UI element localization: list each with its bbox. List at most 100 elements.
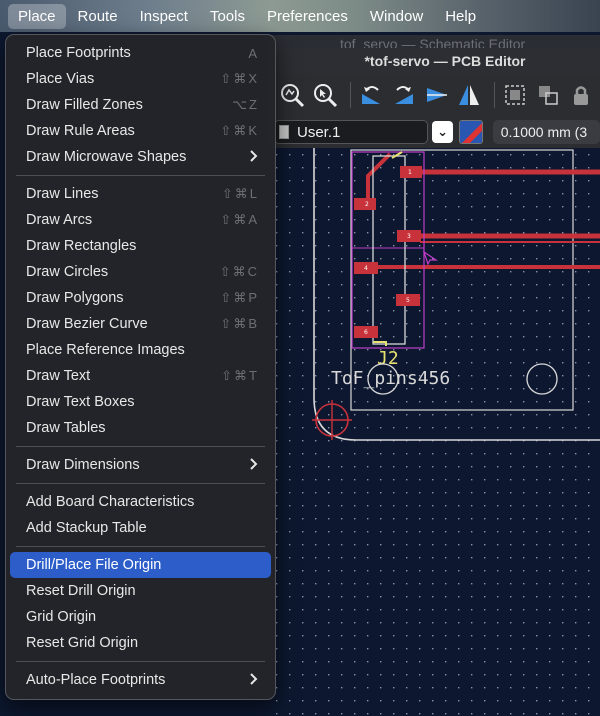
- menu-item-label: Add Stackup Table: [26, 520, 147, 536]
- menu-item-label: Draw Rule Areas: [26, 123, 135, 139]
- pad-number: 1: [408, 169, 412, 176]
- menu-item-label: Draw Polygons: [26, 290, 124, 306]
- pad-number: 2: [365, 201, 369, 208]
- pad-number: 4: [364, 265, 368, 272]
- menu-item-draw-lines[interactable]: Draw Lines ⇧⌘L: [10, 181, 271, 207]
- menu-item-shortcut: ⇧⌘X: [220, 71, 259, 86]
- menu-item-draw-microwave-shapes[interactable]: Draw Microwave Shapes: [10, 144, 271, 170]
- lock-icon[interactable]: [567, 80, 595, 110]
- main-toolbar: [270, 74, 600, 116]
- pad-number: 3: [407, 233, 411, 240]
- menubar-item-window[interactable]: Window: [360, 4, 433, 29]
- menu-item-label: Draw Text Boxes: [26, 394, 135, 410]
- reference-label: J2: [377, 348, 399, 369]
- menu-item-shortcut: A: [248, 45, 259, 61]
- chevron-right-icon: [249, 457, 259, 475]
- menubar-item-help[interactable]: Help: [435, 4, 486, 29]
- menu-item-label: Draw Filled Zones: [26, 97, 143, 113]
- menu-item-label: Auto-Place Footprints: [26, 672, 166, 688]
- menu-item-draw-text-boxes[interactable]: Draw Text Boxes: [10, 389, 271, 415]
- zoom-to-objects-icon[interactable]: [311, 80, 339, 110]
- menu-item-label: Reset Grid Origin: [26, 635, 139, 651]
- menu-item-label: Reset Drill Origin: [26, 583, 136, 599]
- toolbar-separator: [494, 82, 496, 108]
- zoom-to-fit-icon[interactable]: [278, 80, 306, 110]
- menu-item-label: Draw Tables: [26, 420, 106, 436]
- pad-number: 6: [364, 329, 368, 336]
- menu-item-draw-polygons[interactable]: Draw Polygons ⇧⌘P: [10, 285, 271, 311]
- menu-item-label: Place Vias: [26, 71, 95, 87]
- menubar-item-tools[interactable]: Tools: [200, 4, 255, 29]
- menu-item-label: Draw Arcs: [26, 212, 93, 228]
- menu-item-draw-tables[interactable]: Draw Tables: [10, 415, 271, 441]
- menu-item-label: Place Reference Images: [26, 342, 185, 358]
- pcb-canvas[interactable]: 2 1 3 4 5 6 J2 ToF_pins456: [270, 148, 600, 716]
- ungroup-icon[interactable]: [534, 80, 562, 110]
- menu-separator: [16, 446, 265, 447]
- rotate-ccw-icon[interactable]: [357, 80, 385, 110]
- menu-item-label: Draw Dimensions: [26, 457, 140, 473]
- rotate-cw-icon[interactable]: [390, 80, 418, 110]
- layer-pair-icon[interactable]: [459, 120, 483, 144]
- layer-dropdown-button[interactable]: ⌄: [431, 121, 454, 143]
- menu-item-shortcut: ⇧⌘C: [219, 264, 259, 279]
- menu-item-add-stackup-table[interactable]: Add Stackup Table: [10, 515, 271, 541]
- menubar-item-preferences[interactable]: Preferences: [257, 4, 358, 29]
- menu-item-label: Draw Text: [26, 368, 91, 384]
- chevron-down-icon: ⌄: [437, 124, 449, 139]
- toolbar-separator: [349, 82, 351, 108]
- menubar-item-place[interactable]: Place: [8, 3, 66, 29]
- layer-name: User.1: [297, 123, 341, 141]
- layer-selector[interactable]: User.1: [274, 120, 428, 144]
- menu-item-draw-filled-zones[interactable]: Draw Filled Zones ⌥Z: [10, 92, 271, 118]
- group-icon[interactable]: [501, 80, 529, 110]
- layer-color-swatch: [279, 125, 289, 139]
- menu-separator: [16, 661, 265, 662]
- menu-item-auto-place-footprints[interactable]: Auto-Place Footprints: [10, 667, 271, 693]
- menu-item-label: Draw Lines: [26, 186, 99, 202]
- menu-item-shortcut: ⇧⌘A: [220, 212, 259, 227]
- grid-size-selector[interactable]: 0.1000 mm (3: [492, 120, 600, 144]
- grid-dots: [270, 148, 600, 716]
- menu-item-label: Place Footprints: [26, 45, 131, 61]
- menu-item-shortcut: ⌥Z: [232, 97, 259, 112]
- menu-item-drill-place-file-origin[interactable]: Drill/Place File Origin: [10, 552, 271, 578]
- menu-item-place-reference-images[interactable]: Place Reference Images: [10, 337, 271, 363]
- chevron-right-icon: [249, 672, 259, 690]
- menu-item-grid-origin[interactable]: Grid Origin: [10, 604, 271, 630]
- menu-item-reset-grid-origin[interactable]: Reset Grid Origin: [10, 630, 271, 656]
- window-title: *tof-servo — PCB Editor: [270, 48, 600, 74]
- menu-item-draw-rule-areas[interactable]: Draw Rule Areas ⇧⌘K: [10, 118, 271, 144]
- menu-item-draw-dimensions[interactable]: Draw Dimensions: [10, 452, 271, 478]
- mirror-vertical-icon[interactable]: [455, 80, 483, 110]
- mirror-horizontal-icon[interactable]: [423, 80, 451, 110]
- menu-item-draw-text[interactable]: Draw Text ⇧⌘T: [10, 363, 271, 389]
- chevron-right-icon: [249, 149, 259, 167]
- menu-item-label: Draw Microwave Shapes: [26, 149, 187, 165]
- menu-item-label: Grid Origin: [26, 609, 97, 625]
- menu-item-shortcut: ⇧⌘T: [221, 368, 259, 383]
- menu-item-reset-drill-origin[interactable]: Reset Drill Origin: [10, 578, 271, 604]
- menu-item-draw-bezier-curve[interactable]: Draw Bezier Curve ⇧⌘B: [10, 311, 271, 337]
- menu-bar: Place Route Inspect Tools Preferences Window H…: [0, 0, 600, 32]
- pad-number: 5: [406, 297, 410, 304]
- menu-item-label: Add Board Characteristics: [26, 494, 195, 510]
- layer-toolbar: User.1 ⌄ 0.1000 mm (3: [270, 116, 600, 148]
- menu-item-draw-circles[interactable]: Draw Circles ⇧⌘C: [10, 259, 271, 285]
- menubar-item-inspect[interactable]: Inspect: [130, 4, 198, 29]
- menu-item-label: Draw Circles: [26, 264, 109, 280]
- place-menu: Place Footprints A Place Vias ⇧⌘X Draw Fille…: [5, 34, 276, 700]
- menu-item-shortcut: ⇧⌘K: [220, 123, 259, 138]
- menu-item-add-board-characteristics[interactable]: Add Board Characteristics: [10, 489, 271, 515]
- menu-item-label: Draw Rectangles: [26, 238, 137, 254]
- menu-item-draw-arcs[interactable]: Draw Arcs ⇧⌘A: [10, 207, 271, 233]
- menu-separator: [16, 546, 265, 547]
- menu-item-shortcut: ⇧⌘L: [221, 186, 259, 201]
- menu-item-place-vias[interactable]: Place Vias ⇧⌘X: [10, 66, 271, 92]
- value-label: ToF_pins456: [331, 368, 450, 389]
- menu-separator: [16, 483, 265, 484]
- menu-item-shortcut: ⇧⌘P: [220, 290, 259, 305]
- menu-item-place-footprints[interactable]: Place Footprints A: [10, 40, 271, 66]
- menu-item-draw-rectangles[interactable]: Draw Rectangles: [10, 233, 271, 259]
- menubar-item-route[interactable]: Route: [68, 4, 128, 29]
